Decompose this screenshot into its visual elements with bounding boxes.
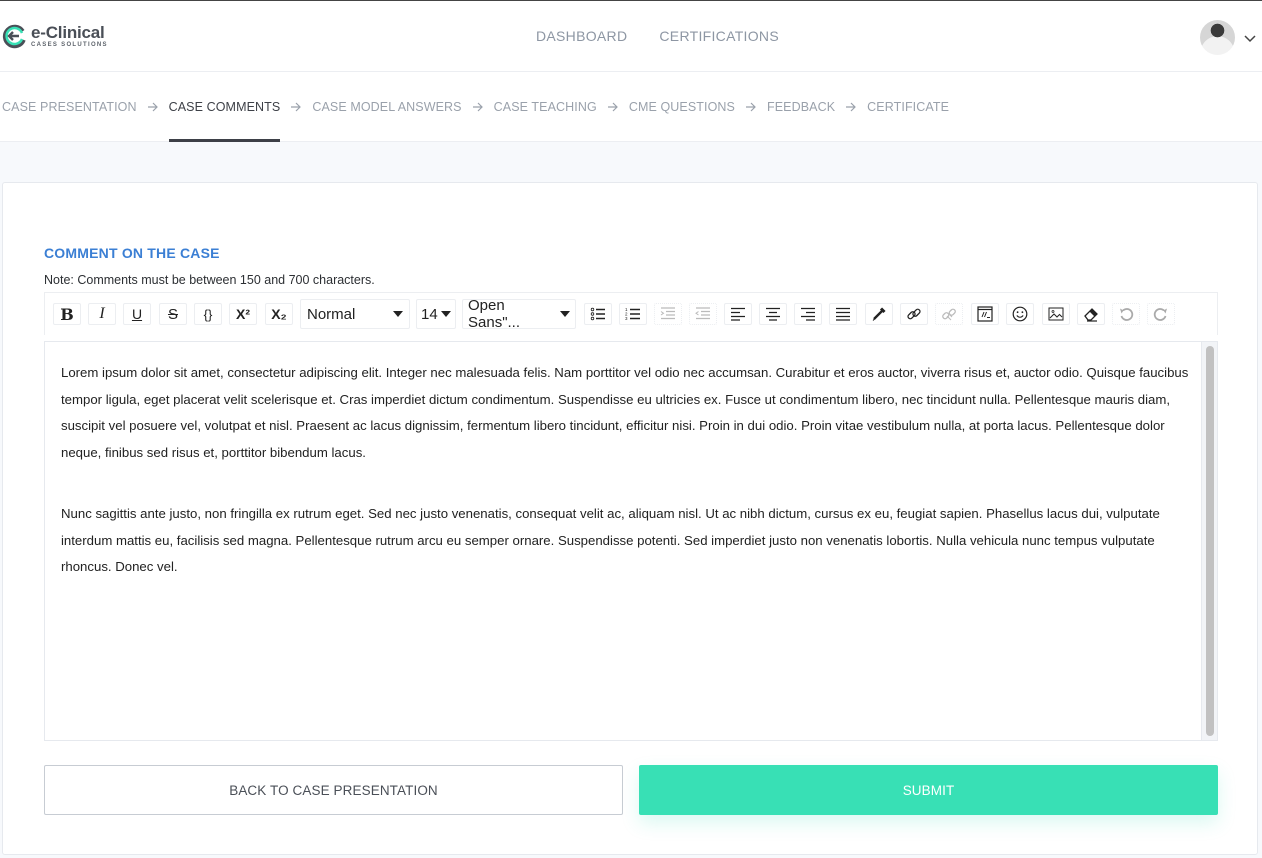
svg-text:3: 3 <box>625 316 628 321</box>
arrow-right-icon <box>745 102 756 112</box>
unlink-icon <box>942 308 956 321</box>
caret-down-icon <box>441 311 451 317</box>
justify-icon <box>836 307 850 321</box>
unordered-list-icon <box>590 307 605 321</box>
align-left-icon <box>731 307 745 321</box>
justify-button[interactable] <box>829 303 857 325</box>
editor-scrollbar[interactable] <box>1201 342 1217 740</box>
link-icon <box>907 308 921 320</box>
back-to-case-presentation-button[interactable]: BACK TO CASE PRESENTATION <box>44 765 623 815</box>
link-button[interactable] <box>900 303 928 325</box>
step-case-presentation[interactable]: CASE PRESENTATION <box>2 100 137 114</box>
align-right-icon <box>801 307 815 321</box>
indent-icon <box>660 307 675 320</box>
caret-down-icon <box>560 311 570 317</box>
strikethrough-button[interactable]: S <box>159 303 187 325</box>
remove-format-button[interactable] <box>1077 303 1105 325</box>
font-family-select[interactable]: Open Sans"... <box>462 297 576 331</box>
logo[interactable]: e-Clinical CASES SOLUTIONS <box>2 23 108 49</box>
embed-icon <box>977 306 993 322</box>
align-center-button[interactable] <box>759 303 787 325</box>
color-picker-icon <box>872 307 886 321</box>
editor-toolbar: B I U S {} X² X₂ Normal 14 Open Sans"...… <box>44 292 1218 335</box>
editor-paragraph: Lorem ipsum dolor sit amet, consectetur … <box>61 365 1189 460</box>
unlink-button[interactable] <box>935 303 963 325</box>
ordered-list-button[interactable]: 123 <box>619 303 647 325</box>
editor-paragraph: Nunc sagittis ante justo, non fringilla … <box>61 506 1160 574</box>
nav-dashboard[interactable]: DASHBOARD <box>536 28 627 44</box>
progress-steps: CASE PRESENTATION CASE COMMENTS CASE MOD… <box>0 72 1262 142</box>
outdent-icon <box>695 307 710 320</box>
step-certificate[interactable]: CERTIFICATE <box>867 100 949 114</box>
font-family-value: Open Sans"... <box>468 297 521 331</box>
main-nav: DASHBOARD CERTIFICATIONS <box>536 28 779 44</box>
indent-button[interactable] <box>654 303 682 325</box>
arrow-right-icon <box>846 102 857 112</box>
submit-button[interactable]: SUBMIT <box>639 765 1218 815</box>
arrow-right-icon <box>472 102 483 112</box>
character-note: Note: Comments must be between 150 and 7… <box>44 273 375 287</box>
font-size-value: 14 <box>421 305 438 323</box>
step-feedback[interactable]: FEEDBACK <box>767 100 835 114</box>
profile-menu[interactable] <box>1200 20 1257 55</box>
redo-icon <box>1153 308 1167 321</box>
step-case-teaching[interactable]: CASE TEACHING <box>494 100 597 114</box>
align-left-button[interactable] <box>724 303 752 325</box>
nav-certifications[interactable]: CERTIFICATIONS <box>659 28 779 44</box>
logo-mark-icon <box>2 24 26 49</box>
ordered-list-icon: 123 <box>625 307 640 321</box>
bold-button[interactable]: B <box>53 303 81 325</box>
block-format-value: Normal <box>307 305 356 323</box>
undo-button[interactable] <box>1112 303 1140 325</box>
image-icon <box>1048 307 1064 321</box>
underline-button[interactable]: U <box>123 303 151 325</box>
step-case-comments[interactable]: CASE COMMENTS <box>168 100 281 142</box>
redo-button[interactable] <box>1147 303 1175 325</box>
color-picker-button[interactable] <box>865 303 893 325</box>
step-case-model-answers[interactable]: CASE MODEL ANSWERS <box>312 100 461 114</box>
undo-icon <box>1120 308 1134 321</box>
arrow-right-icon <box>147 102 158 112</box>
unordered-list-button[interactable] <box>584 303 612 325</box>
emoji-icon <box>1012 306 1028 322</box>
eraser-icon <box>1084 308 1098 322</box>
comment-editor[interactable]: Lorem ipsum dolor sit amet, consectetur … <box>44 341 1218 741</box>
font-size-select[interactable]: 14 <box>416 299 456 329</box>
image-button[interactable] <box>1042 303 1070 325</box>
block-format-select[interactable]: Normal <box>300 299 410 329</box>
step-cme-questions[interactable]: CME QUESTIONS <box>629 100 735 114</box>
top-navbar: e-Clinical CASES SOLUTIONS DASHBOARD CER… <box>0 0 1262 72</box>
superscript-button[interactable]: X² <box>229 303 257 325</box>
outdent-button[interactable] <box>689 303 717 325</box>
chevron-down-icon[interactable] <box>1243 31 1257 45</box>
scrollbar-thumb[interactable] <box>1206 346 1214 736</box>
align-right-button[interactable] <box>794 303 822 325</box>
caret-down-icon <box>393 311 403 317</box>
editor-content[interactable]: Lorem ipsum dolor sit amet, consectetur … <box>61 360 1191 616</box>
embed-button[interactable] <box>971 303 999 325</box>
subscript-button[interactable]: X₂ <box>265 303 293 325</box>
code-button[interactable]: {} <box>194 303 222 325</box>
comment-card: COMMENT ON THE CASE Note: Comments must … <box>2 182 1258 855</box>
section-title: COMMENT ON THE CASE <box>44 245 220 261</box>
align-center-icon <box>766 307 780 321</box>
arrow-right-icon <box>291 102 302 112</box>
avatar[interactable] <box>1200 20 1235 55</box>
arrow-right-icon <box>607 102 618 112</box>
italic-button[interactable]: I <box>88 303 116 325</box>
emoji-button[interactable] <box>1006 303 1034 325</box>
brand-name: e-Clinical <box>31 23 105 42</box>
brand-tagline: CASES SOLUTIONS <box>31 42 108 48</box>
